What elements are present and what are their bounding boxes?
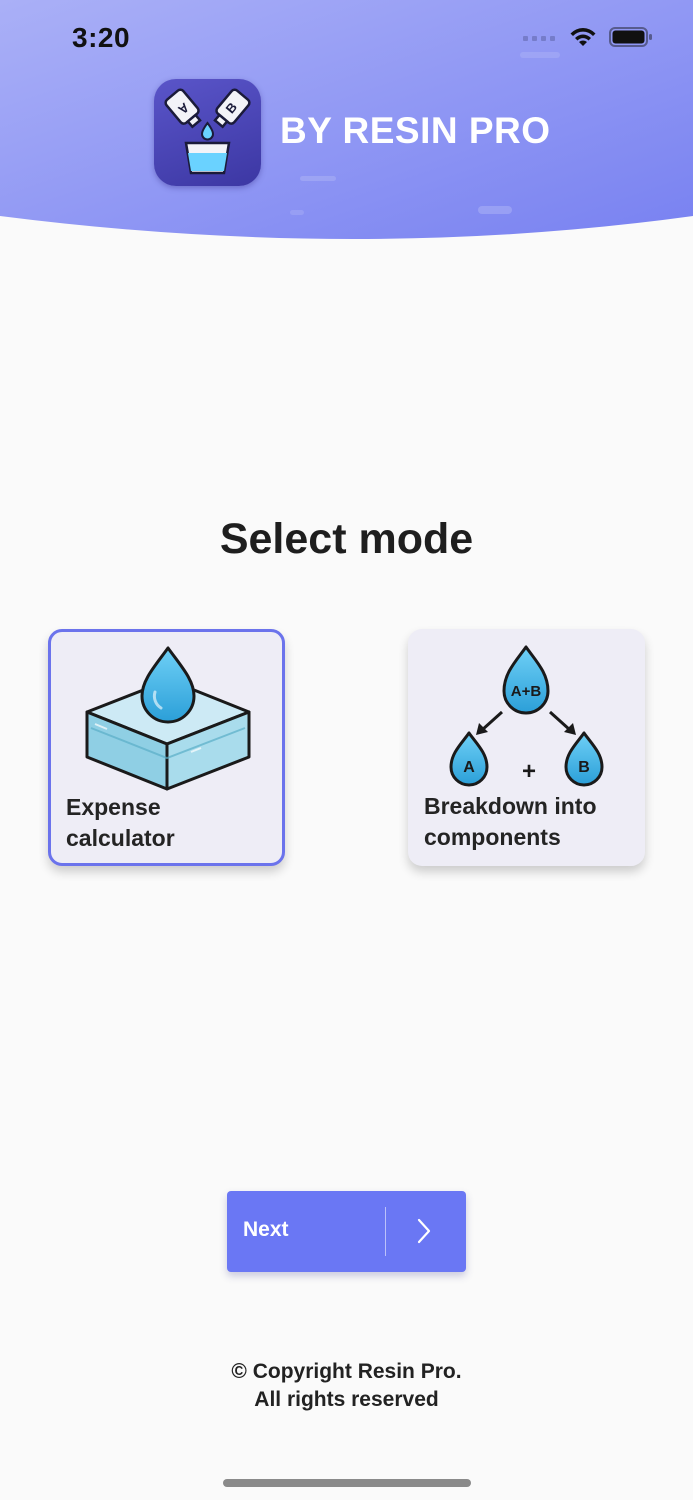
home-indicator[interactable]: [223, 1479, 471, 1487]
mode-label-breakdown: Breakdown into components: [424, 793, 597, 850]
drop-b-label: B: [578, 759, 590, 776]
status-icons: [523, 26, 653, 48]
next-button-label: Next: [243, 1218, 289, 1241]
brand-title: BY RESIN PRO: [280, 110, 551, 151]
resin-mixing-bottles-icon: A B: [164, 88, 251, 175]
wifi-icon: [570, 28, 596, 46]
drop-a-label: A: [463, 759, 475, 776]
resin-split-drops-icon: A+B A + B: [449, 645, 604, 787]
chevron-right-icon: [417, 1218, 431, 1244]
header-banner: 3:20 A B BY RESIN PRO: [0, 0, 693, 245]
battery-icon: [609, 27, 652, 47]
mode-label-expense: Expense calculator: [66, 794, 175, 851]
plus-sign: +: [522, 758, 536, 785]
resin-drop-box-icon: [85, 646, 251, 791]
drop-ab-label: A+B: [511, 683, 542, 700]
copyright-line: © Copyright Resin Pro.: [231, 1360, 462, 1383]
rights-line: All rights reserved: [254, 1388, 439, 1411]
mode-select-screen: 3:20 A B BY RESIN PRO Select mode Expens…: [0, 0, 693, 1500]
status-time: 3:20: [72, 22, 131, 53]
next-button[interactable]: Next: [227, 1191, 466, 1272]
copyright-notice: © Copyright Resin Pro. All rights reserv…: [0, 1358, 693, 1414]
next-button-divider: [385, 1207, 386, 1256]
mode-card-breakdown-components[interactable]: A+B A + B Breakdown into components: [408, 629, 645, 866]
page-title: Select mode: [219, 515, 474, 563]
mode-card-expense-calculator[interactable]: Expense calculator: [48, 629, 285, 866]
cellular-signal-icon: [523, 36, 555, 41]
app-logo: A B: [154, 79, 261, 186]
